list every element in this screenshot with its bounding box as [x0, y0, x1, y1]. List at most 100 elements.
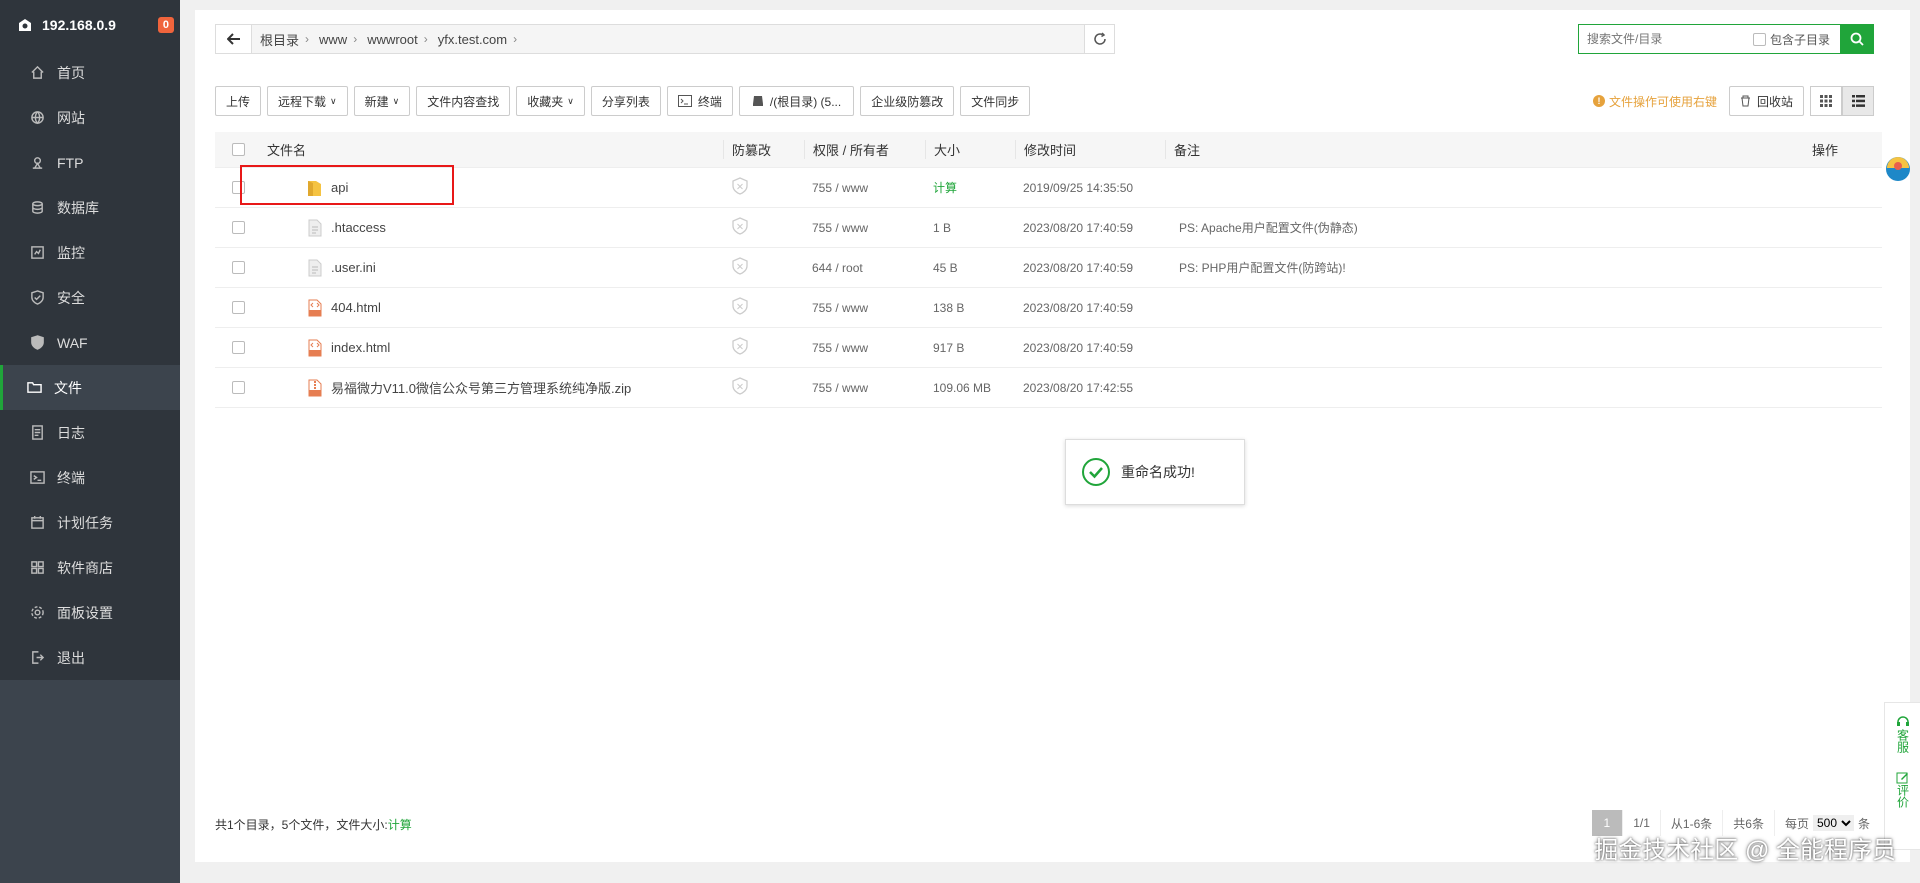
- row-checkbox[interactable]: [231, 221, 245, 234]
- shield-icon[interactable]: [731, 177, 749, 195]
- file-perm[interactable]: 644 / root: [804, 261, 925, 275]
- sidebar-item-terminal[interactable]: 终端: [0, 455, 180, 500]
- right-click-tip: ! 文件操作可使用右键: [1592, 93, 1717, 110]
- edit-icon: [1896, 772, 1908, 784]
- file-manager-panel: 根目录 › www › wwwroot › yfx.test.com › 包含子目录 上…: [195, 10, 1910, 862]
- file-sync-button[interactable]: 文件同步: [960, 86, 1031, 116]
- sidebar-item-label: 计划任务: [57, 514, 113, 531]
- sidebar-item-settings[interactable]: 面板设置: [0, 590, 180, 635]
- chevron-right-icon: ›: [423, 32, 428, 46]
- file-perm[interactable]: 755 / www: [804, 381, 925, 395]
- new-button[interactable]: 新建 ∨: [353, 86, 411, 116]
- sidebar-item-store[interactable]: 软件商店: [0, 545, 180, 590]
- include-subdir-option[interactable]: 包含子目录: [1753, 31, 1830, 48]
- row-checkbox[interactable]: [231, 301, 245, 314]
- avatar: [1886, 157, 1910, 181]
- header-name[interactable]: 文件名: [265, 140, 723, 159]
- disk-button[interactable]: /(根目录) (5...: [738, 86, 855, 116]
- grid-view-button[interactable]: [1810, 86, 1842, 116]
- breadcrumb-www[interactable]: www: [319, 32, 347, 47]
- upload-button[interactable]: 上传: [215, 86, 262, 116]
- row-checkbox[interactable]: [231, 381, 245, 394]
- sidebar-item-cron[interactable]: 计划任务: [0, 500, 180, 545]
- header-mtime[interactable]: 修改时间: [1015, 140, 1165, 159]
- back-button[interactable]: [216, 25, 252, 53]
- search-icon: [1850, 32, 1864, 46]
- check-circle-icon: [1082, 458, 1110, 486]
- shield-icon[interactable]: [731, 377, 749, 395]
- file-name[interactable]: .user.ini: [331, 260, 376, 275]
- sidebar-item-waf[interactable]: WAF: [0, 320, 180, 365]
- list-view-button[interactable]: [1842, 86, 1874, 116]
- review-button[interactable]: 评价: [1896, 759, 1910, 814]
- apps-icon: [31, 561, 44, 574]
- file-perm[interactable]: 755 / www: [804, 301, 925, 315]
- row-checkbox[interactable]: [231, 261, 245, 274]
- table-row[interactable]: 易福微力V11.0微信公众号第三方管理系统纯净版.zip 755 / www 1…: [215, 368, 1882, 408]
- include-subdir-label: 包含子目录: [1770, 32, 1831, 47]
- per-page-unit: 条: [1857, 816, 1870, 831]
- sidebar-item-home[interactable]: 首页: [0, 50, 180, 95]
- terminal-icon: [30, 471, 45, 484]
- breadcrumb-site[interactable]: yfx.test.com: [438, 32, 507, 47]
- breadcrumb-wwwroot[interactable]: wwwroot: [367, 32, 418, 47]
- terminal-icon: [677, 95, 692, 107]
- highlight-box: [240, 165, 454, 205]
- sidebar-item-label: 终端: [57, 469, 85, 486]
- table-row[interactable]: index.html 755 / www 917 B 2023/08/20 17…: [215, 328, 1882, 368]
- sidebar-item-logout[interactable]: 退出: [0, 635, 180, 680]
- shield-icon[interactable]: [731, 257, 749, 275]
- sidebar-item-monitor[interactable]: 监控: [0, 230, 180, 275]
- file-perm[interactable]: 755 / www: [804, 181, 925, 195]
- header-size[interactable]: 大小: [925, 140, 1015, 159]
- file-name[interactable]: 404.html: [331, 300, 381, 315]
- search-input[interactable]: [1579, 25, 1749, 53]
- per-page-select[interactable]: 500: [1812, 815, 1854, 831]
- customer-service-button[interactable]: 客服: [1896, 703, 1910, 759]
- select-all-checkbox[interactable]: [231, 143, 245, 156]
- list-icon: [1851, 95, 1865, 107]
- search-button[interactable]: [1840, 24, 1874, 54]
- file-name[interactable]: .htaccess: [331, 220, 386, 235]
- shield-icon[interactable]: [731, 297, 749, 315]
- grid-icon: [1820, 95, 1832, 107]
- table-row[interactable]: .user.ini 644 / root 45 B 2023/08/20 17:…: [215, 248, 1882, 288]
- table-row[interactable]: .htaccess 755 / www 1 B 2023/08/20 17:40…: [215, 208, 1882, 248]
- recycle-bin-button[interactable]: 回收站: [1728, 86, 1804, 116]
- summary-calc-link[interactable]: 计算: [388, 818, 412, 832]
- favorites-label: 收藏夹: [527, 94, 564, 109]
- row-checkbox[interactable]: [231, 341, 245, 354]
- file-size-calc[interactable]: 计算: [925, 179, 1015, 196]
- file-perm[interactable]: 755 / www: [804, 341, 925, 355]
- refresh-button[interactable]: [1084, 25, 1114, 53]
- sidebar-item-ftp[interactable]: FTP: [0, 140, 180, 185]
- shield-icon[interactable]: [731, 217, 749, 235]
- sidebar-item-logs[interactable]: 日志: [0, 410, 180, 455]
- file-note[interactable]: PS: Apache用户配置文件(伪静态): [1165, 219, 1812, 236]
- share-list-button[interactable]: 分享列表: [590, 86, 661, 116]
- remote-download-button[interactable]: 远程下载 ∨: [267, 86, 348, 116]
- shield-icon[interactable]: [731, 337, 749, 355]
- file-note[interactable]: PS: PHP用户配置文件(防跨站)!: [1165, 259, 1812, 276]
- sidebar-item-site[interactable]: 网站: [0, 95, 180, 140]
- table-row[interactable]: api 755 / www 计算 2019/09/25 14:35:50: [215, 168, 1882, 208]
- sidebar-item-files[interactable]: 文件: [0, 365, 180, 410]
- table-row[interactable]: 404.html 755 / www 138 B 2023/08/20 17:4…: [215, 288, 1882, 328]
- content-search-button[interactable]: 文件内容查找: [416, 86, 511, 116]
- disk-icon: [752, 96, 763, 106]
- review-label: 评价: [1895, 784, 1910, 808]
- sidebar-item-database[interactable]: 数据库: [0, 185, 180, 230]
- sidebar-item-security[interactable]: 安全: [0, 275, 180, 320]
- breadcrumb-root[interactable]: 根目录: [260, 30, 299, 49]
- sidebar-item-label: 监控: [57, 244, 85, 261]
- file-name[interactable]: 易福微力V11.0微信公众号第三方管理系统纯净版.zip: [331, 378, 631, 397]
- favorites-button[interactable]: 收藏夹 ∨: [516, 86, 585, 116]
- notification-badge[interactable]: 0: [157, 17, 174, 33]
- file-toolbar: 上传 远程下载 ∨ 新建 ∨ 文件内容查找 收藏夹 ∨ 分享列表 终端 /(根目录) …: [215, 86, 1036, 116]
- file-name[interactable]: index.html: [331, 340, 390, 355]
- include-subdir-checkbox[interactable]: [1753, 32, 1766, 46]
- file-icon: [308, 259, 322, 276]
- tamper-protect-button[interactable]: 企业级防篡改: [860, 86, 955, 116]
- file-perm[interactable]: 755 / www: [804, 221, 925, 235]
- terminal-button[interactable]: 终端: [666, 86, 733, 116]
